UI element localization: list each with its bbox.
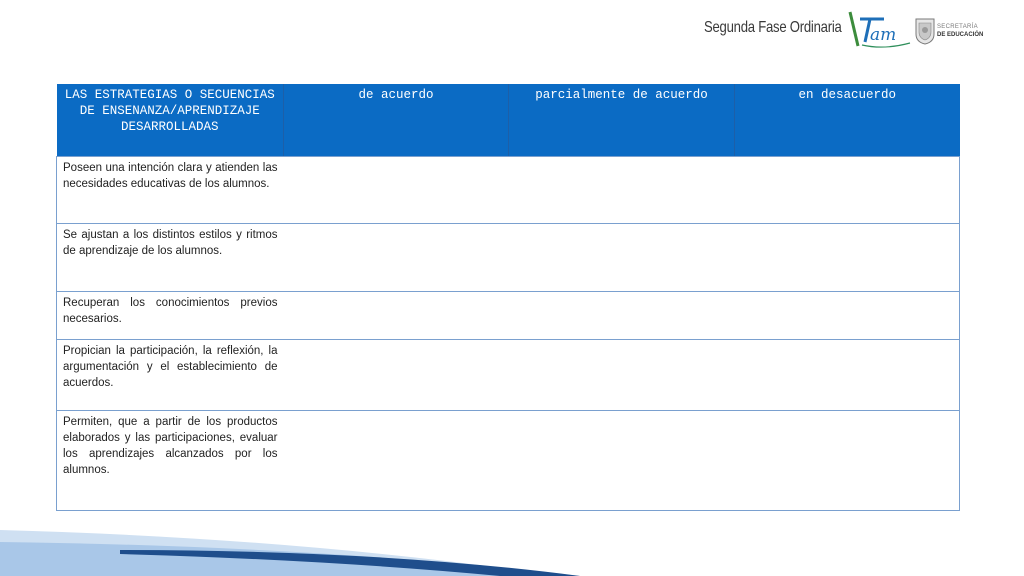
disagree-cell[interactable]: [734, 290, 960, 340]
agree-cell[interactable]: [283, 155, 509, 224]
agree-cell[interactable]: [283, 409, 509, 511]
slide-header: Segunda Fase Ordinaria am SECRETARÍA DE …: [0, 0, 1024, 60]
statement-cell: Recuperan los conocimientos previos nece…: [56, 290, 284, 340]
statement-cell: Poseen una intención clara y atienden la…: [56, 155, 284, 224]
table-row: Se ajustan a los distintos estilos y rit…: [56, 222, 960, 292]
statement-cell: Propician la participación, la reflexión…: [56, 338, 284, 411]
table-row: Permiten, que a partir de los productos …: [56, 409, 960, 511]
header-strategies: LAS ESTRATEGIAS O SECUENCIAS DE ENSENANZ…: [56, 84, 284, 157]
agree-cell[interactable]: [283, 290, 509, 340]
secretaria-logo-text: SECRETARÍA DE EDUCACIÓN: [937, 24, 984, 38]
statement-cell: Se ajustan a los distintos estilos y rit…: [56, 222, 284, 292]
table-row: Recuperan los conocimientos previos nece…: [56, 290, 960, 340]
disagree-cell[interactable]: [734, 409, 960, 511]
agree-cell[interactable]: [283, 338, 509, 411]
agree-cell[interactable]: [283, 222, 509, 292]
header-disagree: en desacuerdo: [734, 84, 960, 157]
partially-agree-cell[interactable]: [508, 290, 735, 340]
disagree-cell[interactable]: [734, 155, 960, 224]
government-seal-icon: [915, 18, 935, 45]
evaluation-table: LAS ESTRATEGIAS O SECUENCIAS DE ENSENANZ…: [56, 84, 960, 511]
table-header-row: LAS ESTRATEGIAS O SECUENCIAS DE ENSENANZ…: [56, 84, 960, 157]
partially-agree-cell[interactable]: [508, 222, 735, 292]
partially-agree-cell[interactable]: [508, 155, 735, 224]
phase-title: Segunda Fase Ordinaria: [704, 19, 842, 36]
disagree-cell[interactable]: [734, 338, 960, 411]
svg-text:am: am: [870, 25, 896, 45]
header-partially-agree: parcialmente de acuerdo: [508, 84, 735, 157]
statement-cell: Permiten, que a partir de los productos …: [56, 409, 284, 511]
tam-logo-icon: am: [848, 11, 911, 48]
table-row: Propician la participación, la reflexión…: [56, 338, 960, 411]
disagree-cell[interactable]: [734, 222, 960, 292]
partially-agree-cell[interactable]: [508, 409, 735, 511]
table-row: Poseen una intención clara y atienden la…: [56, 155, 960, 224]
header-agree: de acuerdo: [283, 84, 509, 157]
footer-wave-decoration: [0, 530, 580, 576]
partially-agree-cell[interactable]: [508, 338, 735, 411]
evaluation-table-container: LAS ESTRATEGIAS O SECUENCIAS DE ENSENANZ…: [56, 84, 960, 511]
